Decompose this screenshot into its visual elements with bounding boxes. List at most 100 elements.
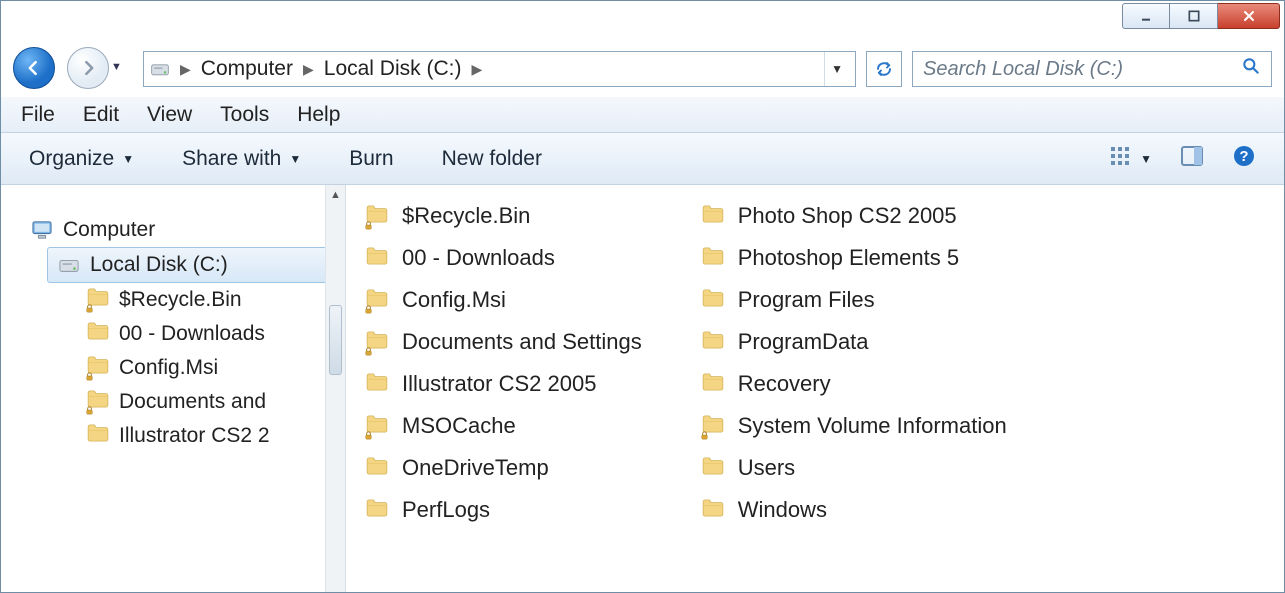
arrow-left-icon xyxy=(24,58,44,78)
item-label: Program Files xyxy=(738,287,875,313)
item-column-1: $Recycle.Bin 00 - Downloads Config.Msi Docu… xyxy=(366,203,642,523)
item-label: Config.Msi xyxy=(402,287,506,313)
list-item[interactable]: Recovery xyxy=(702,371,1007,397)
list-item[interactable]: MSOCache xyxy=(366,413,642,439)
list-item[interactable]: Documents and Settings xyxy=(366,329,642,355)
refresh-button[interactable] xyxy=(866,51,902,87)
list-item[interactable]: 00 - Downloads xyxy=(366,245,642,271)
organize-label: Organize xyxy=(29,147,114,171)
body-split: Computer Local Disk (C:) $Recycle.Bin 00 … xyxy=(1,185,1284,592)
new-folder-label: New folder xyxy=(442,147,542,171)
list-item[interactable]: Photo Shop CS2 2005 xyxy=(702,203,1007,229)
menu-help[interactable]: Help xyxy=(297,103,340,127)
sidebar-scrollbar[interactable]: ▲ xyxy=(325,185,345,592)
close-icon xyxy=(1241,8,1257,24)
help-icon xyxy=(1232,144,1256,174)
list-item[interactable]: Config.Msi xyxy=(366,287,642,313)
search-box[interactable]: Search Local Disk (C:) xyxy=(912,51,1272,87)
sidebar-item-folder[interactable]: Documents and xyxy=(1,385,345,419)
back-button[interactable] xyxy=(13,47,55,89)
address-dropdown[interactable]: ▼ xyxy=(824,52,849,86)
sidebar-item-folder[interactable]: 00 - Downloads xyxy=(1,317,345,351)
item-label: Photoshop Elements 5 xyxy=(738,245,959,271)
item-label: MSOCache xyxy=(402,413,516,439)
chevron-down-icon: ▼ xyxy=(1140,152,1152,166)
explorer-window: ▼ ▶ Computer ▶ Local Disk (C:) ▶ ▼ Searc… xyxy=(0,0,1285,593)
sidebar-item-folder[interactable]: Config.Msi xyxy=(1,351,345,385)
new-folder-button[interactable]: New folder xyxy=(442,147,542,171)
arrow-right-icon xyxy=(78,58,98,78)
organize-button[interactable]: Organize ▼ xyxy=(29,147,134,171)
breadcrumb-sep-icon: ▶ xyxy=(299,61,318,78)
sidebar-item-local-disk[interactable]: Local Disk (C:) xyxy=(47,247,333,283)
menu-edit[interactable]: Edit xyxy=(83,103,119,127)
content-pane: $Recycle.Bin 00 - Downloads Config.Msi Docu… xyxy=(346,185,1284,592)
chevron-down-icon: ▼ xyxy=(122,152,134,166)
scroll-thumb[interactable] xyxy=(329,305,342,375)
sidebar-item-folder[interactable]: Illustrator CS2 2 xyxy=(1,419,345,453)
item-label: ProgramData xyxy=(738,329,869,355)
search-icon xyxy=(1241,56,1261,82)
folder-icon xyxy=(702,289,724,307)
share-with-button[interactable]: Share with▼ xyxy=(182,147,301,171)
lock-icon xyxy=(84,303,95,314)
list-item[interactable]: Program Files xyxy=(702,287,1007,313)
item-column-2: Photo Shop CS2 2005 Photoshop Elements 5 P… xyxy=(702,203,1007,523)
nav-history-dropdown[interactable]: ▼ xyxy=(111,61,122,73)
menu-file[interactable]: File xyxy=(21,103,55,127)
toolbar: Organize ▼ Share with▼ Burn New folder ▼ xyxy=(1,133,1284,185)
list-item[interactable]: $Recycle.Bin xyxy=(366,203,642,229)
maximize-icon xyxy=(1186,8,1202,24)
list-item[interactable]: Users xyxy=(702,455,1007,481)
sidebar-label: Local Disk (C:) xyxy=(90,253,228,277)
list-item[interactable]: OneDriveTemp xyxy=(366,455,642,481)
minimize-button[interactable] xyxy=(1122,3,1170,29)
preview-pane-icon xyxy=(1180,144,1204,174)
folder-icon xyxy=(366,373,388,391)
computer-icon xyxy=(31,220,53,240)
list-item[interactable]: PerfLogs xyxy=(366,497,642,523)
folder-icon xyxy=(702,499,724,517)
help-button[interactable] xyxy=(1232,144,1256,174)
preview-pane-button[interactable] xyxy=(1180,144,1204,174)
refresh-icon xyxy=(875,60,893,78)
item-label: Recovery xyxy=(738,371,831,397)
disk-icon xyxy=(150,59,170,79)
breadcrumb-computer[interactable]: Computer xyxy=(201,57,293,81)
forward-button[interactable] xyxy=(67,47,109,89)
close-button[interactable] xyxy=(1218,3,1280,29)
sidebar-item-folder[interactable]: $Recycle.Bin xyxy=(1,283,345,317)
disk-icon xyxy=(58,255,80,275)
breadcrumb-sep-icon: ▶ xyxy=(176,61,195,78)
burn-button[interactable]: Burn xyxy=(349,147,393,171)
address-bar[interactable]: ▶ Computer ▶ Local Disk (C:) ▶ ▼ xyxy=(143,51,856,87)
folder-icon xyxy=(702,457,724,475)
list-item[interactable]: Illustrator CS2 2005 xyxy=(366,371,642,397)
menu-tools[interactable]: Tools xyxy=(220,103,269,127)
nav-buttons: ▼ xyxy=(13,47,133,91)
lock-icon xyxy=(84,405,95,416)
maximize-button[interactable] xyxy=(1170,3,1218,29)
views-button[interactable]: ▼ xyxy=(1108,144,1152,174)
sidebar-item-computer[interactable]: Computer xyxy=(1,213,345,247)
list-item[interactable]: Photoshop Elements 5 xyxy=(702,245,1007,271)
item-label: Windows xyxy=(738,497,827,523)
item-label: Documents and Settings xyxy=(402,329,642,355)
navigation-row: ▼ ▶ Computer ▶ Local Disk (C:) ▶ ▼ Searc… xyxy=(1,41,1284,97)
list-item[interactable]: System Volume Information xyxy=(702,413,1007,439)
item-label: 00 - Downloads xyxy=(402,245,555,271)
folder-icon xyxy=(702,205,724,223)
sidebar-label: Computer xyxy=(63,218,155,242)
sidebar-label: $Recycle.Bin xyxy=(119,288,242,312)
lock-icon xyxy=(699,430,710,441)
folder-icon xyxy=(366,499,388,517)
scroll-up-icon: ▲ xyxy=(330,189,341,201)
list-item[interactable]: ProgramData xyxy=(702,329,1007,355)
search-placeholder: Search Local Disk (C:) xyxy=(923,58,1123,81)
sidebar-label: Config.Msi xyxy=(119,356,218,380)
menu-view[interactable]: View xyxy=(147,103,192,127)
list-item[interactable]: Windows xyxy=(702,497,1007,523)
lock-icon xyxy=(363,304,374,315)
lock-icon xyxy=(363,346,374,357)
breadcrumb-localdisk[interactable]: Local Disk (C:) xyxy=(324,57,462,81)
